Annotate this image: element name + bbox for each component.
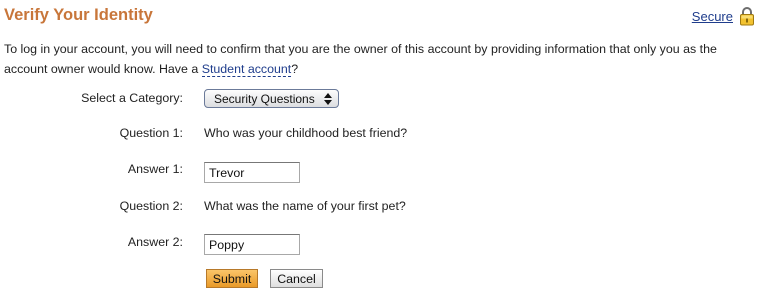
intro-text-end: ? [291, 62, 299, 76]
answer2-label: Answer 2: [127, 235, 183, 249]
category-select[interactable]: Security Questions [204, 89, 339, 108]
secure-link[interactable]: Secure [692, 9, 733, 24]
answer1-label: Answer 1: [127, 162, 183, 176]
question2-label: Question 2: [119, 199, 183, 213]
student-account-link[interactable]: Student account [201, 62, 292, 77]
question1-text: Who was your childhood best friend? [204, 126, 408, 140]
question1-label: Question 1: [119, 126, 183, 140]
cancel-button[interactable]: Cancel [270, 269, 323, 288]
updown-arrows-icon [323, 92, 333, 106]
submit-button[interactable]: Submit [206, 269, 258, 288]
category-label: Select a Category: [81, 91, 183, 105]
question2-text: What was the name of your first pet? [204, 199, 406, 213]
category-select-value: Security Questions [214, 91, 315, 106]
secure-indicator: Secure [692, 6, 755, 26]
intro-text: To log in your account, you will need to… [4, 42, 717, 76]
page-title: Verify Your Identity [4, 6, 153, 24]
lock-icon [739, 6, 755, 26]
answer1-input[interactable] [204, 162, 300, 183]
intro-paragraph: To log in your account, you will need to… [4, 39, 756, 79]
answer2-input[interactable] [204, 234, 300, 255]
